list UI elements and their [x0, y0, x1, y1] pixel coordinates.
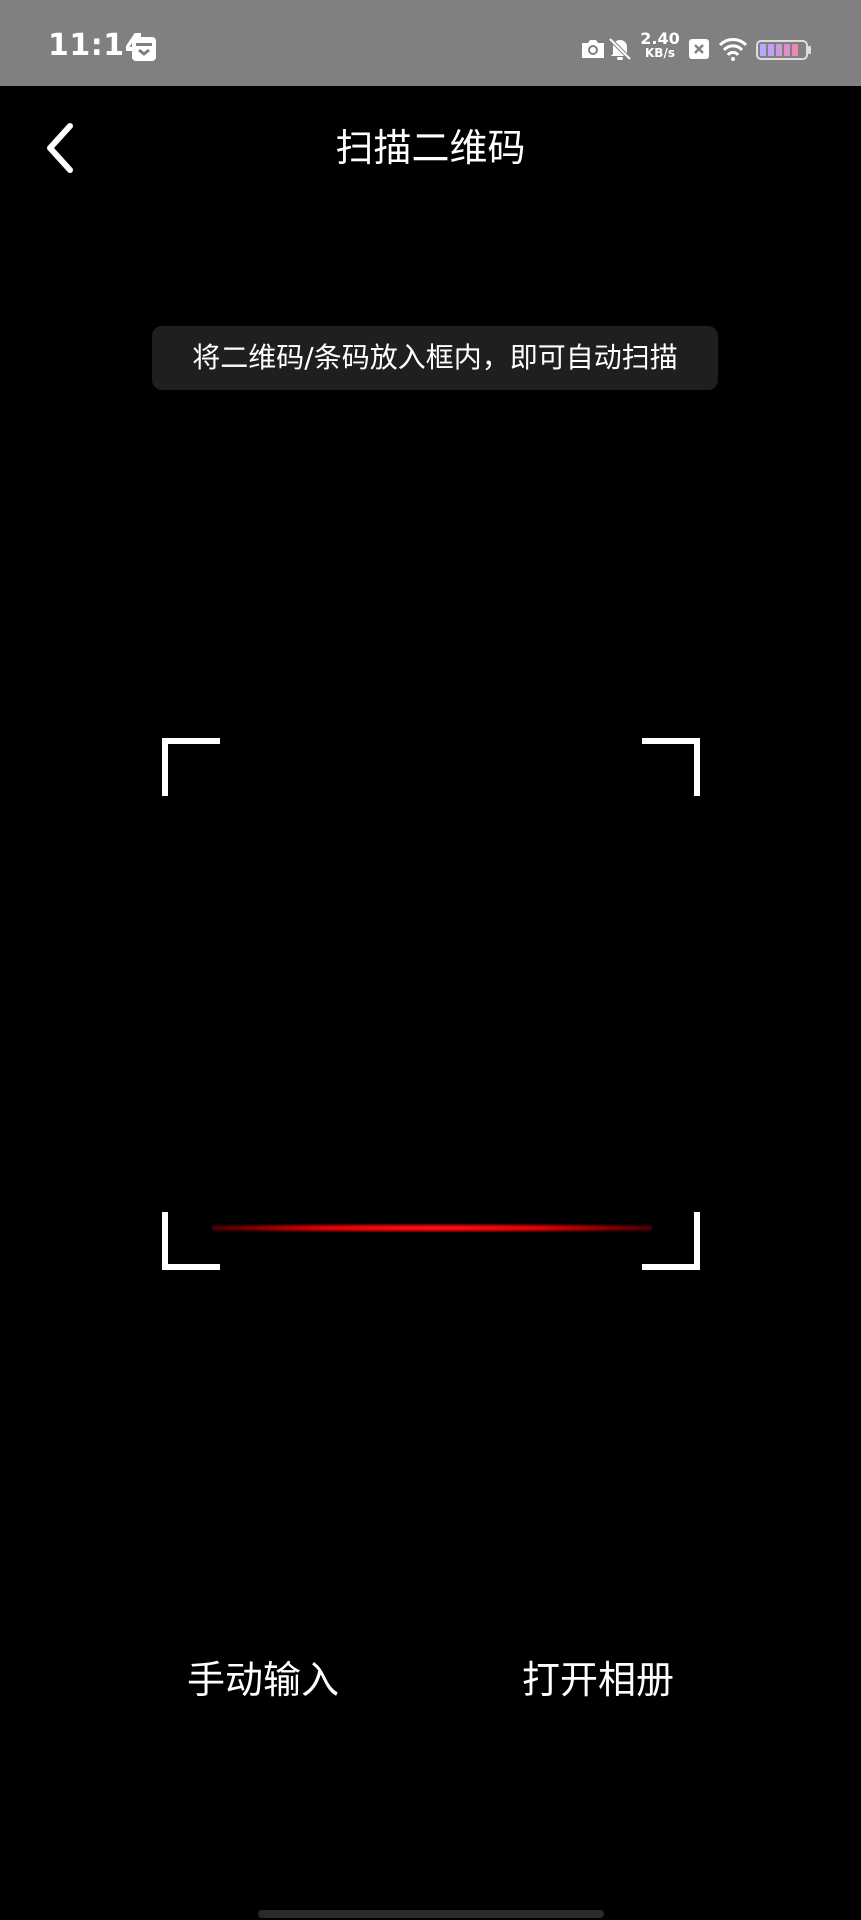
frame-corner-bottom-left: [162, 1212, 220, 1270]
wifi-icon: [718, 38, 748, 61]
scan-frame: [162, 738, 700, 1270]
calendar-icon: [132, 37, 156, 61]
close-badge-icon: [689, 39, 709, 59]
frame-corner-top-left: [162, 738, 220, 796]
status-bar: 11:14 2.40 KB/s: [0, 0, 861, 86]
manual-input-button[interactable]: 手动输入: [143, 1650, 383, 1710]
open-album-button[interactable]: 打开相册: [478, 1650, 718, 1710]
scan-hint: 将二维码/条码放入框内，即可自动扫描: [152, 326, 718, 390]
network-speed-value: 2.40: [640, 29, 680, 48]
battery-icon: [756, 40, 811, 60]
page-title: 扫描二维码: [335, 126, 526, 170]
frame-corner-top-right: [642, 738, 700, 796]
network-speed-unit: KB/s: [645, 46, 675, 60]
network-speed: 2.40 KB/s: [638, 29, 682, 61]
scan-line: [212, 1224, 652, 1232]
camera-icon: [582, 40, 604, 58]
bell-off-icon: [608, 37, 632, 61]
frame-corner-bottom-right: [642, 1212, 700, 1270]
home-indicator[interactable]: [258, 1910, 604, 1918]
